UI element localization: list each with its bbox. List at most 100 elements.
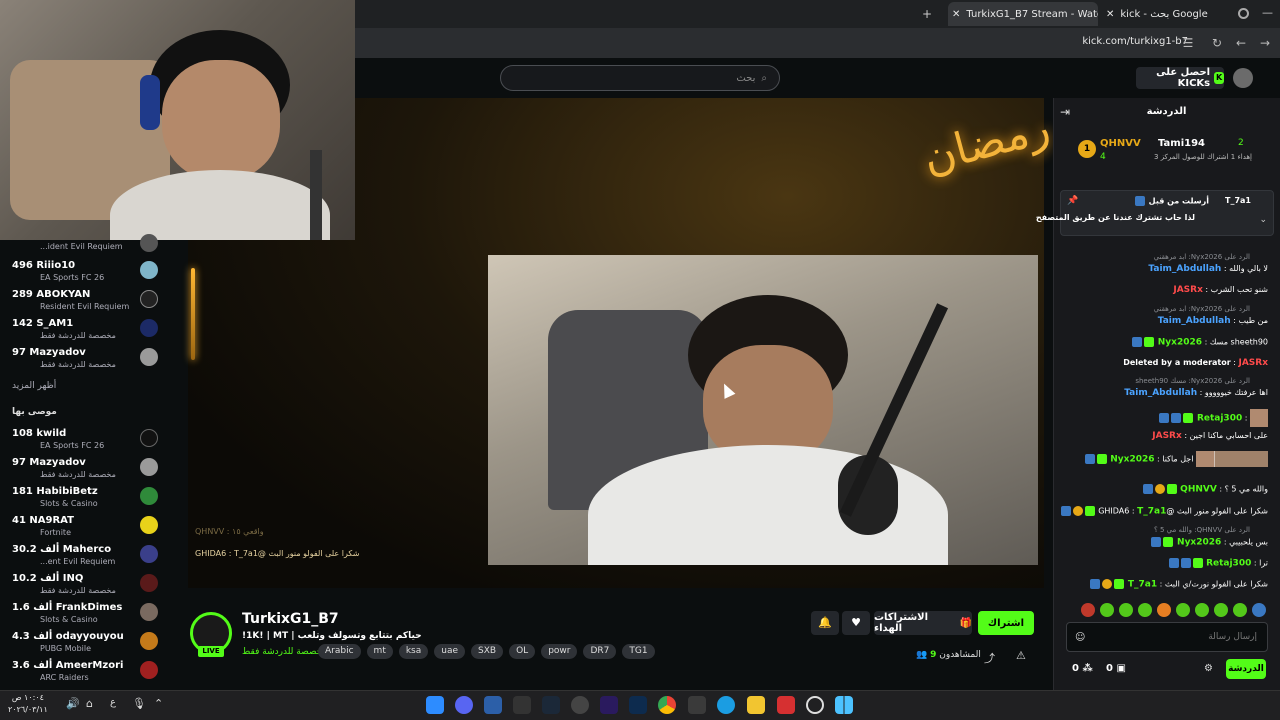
browser-tab-active[interactable]: ✕ TurkixG1_B7 Stream - Watch bbox=[948, 2, 1098, 26]
tag[interactable]: mt bbox=[366, 644, 393, 659]
search-input[interactable]: ⌕ بحث bbox=[500, 65, 780, 91]
site-settings-icon[interactable]: ☰ bbox=[1180, 35, 1196, 51]
message-user[interactable]: Taim_Abdullah bbox=[1124, 388, 1197, 398]
close-icon[interactable]: ✕ bbox=[1106, 9, 1114, 20]
app-facebook-icon[interactable] bbox=[426, 696, 444, 714]
chat-message[interactable]: لا بالي والله : Taim_Abdullah bbox=[1148, 264, 1268, 274]
chrome-icon[interactable] bbox=[658, 696, 676, 714]
share-icon[interactable]: ⤴ bbox=[984, 650, 995, 666]
message-user[interactable]: T_7a1 bbox=[1128, 580, 1157, 590]
message-user[interactable]: T_7a1 bbox=[1137, 507, 1166, 517]
emote-icon[interactable] bbox=[1195, 603, 1209, 617]
new-tab-icon[interactable]: + bbox=[922, 7, 932, 21]
photoshop-icon[interactable] bbox=[629, 696, 647, 714]
message-user[interactable]: Retaj300 bbox=[1206, 559, 1251, 569]
chevron-up-icon[interactable]: ⌃ bbox=[154, 697, 163, 710]
minimize-icon[interactable]: — bbox=[1262, 6, 1273, 19]
url-text[interactable]: kick.com/turkixg1-b7 bbox=[1082, 36, 1188, 47]
network-icon[interactable]: ⌂ bbox=[86, 697, 93, 710]
message-user[interactable]: Retaj300 bbox=[1197, 414, 1242, 424]
message-user[interactable]: Taim_Abdullah bbox=[1158, 316, 1231, 326]
app-red-icon[interactable] bbox=[777, 696, 795, 714]
emote-icon[interactable] bbox=[1081, 603, 1095, 617]
gift-subs-button[interactable]: الاشتراكات الهداء 🎁 bbox=[874, 611, 972, 635]
subscribe-button[interactable]: اشتراك bbox=[978, 611, 1034, 635]
chat-message[interactable]: اجل ماكنا : Nyx2026 bbox=[1084, 451, 1268, 467]
chat-message[interactable]: شكرا على الفولو نورت/ي البث : T_7a1 bbox=[1089, 579, 1268, 590]
tag[interactable]: uae bbox=[434, 644, 466, 659]
pinned-message[interactable]: أرسلت من قبل T_7a1 لذا حاب تشترك عندنا ع… bbox=[1036, 190, 1274, 236]
volume-icon[interactable]: 🔊 bbox=[66, 697, 80, 710]
sidebar-item[interactable]: 1.6 ألف FrankDimes Slots & Casino bbox=[0, 600, 170, 628]
sidebar-item[interactable]: 108 kwild EA Sports FC 26 bbox=[0, 426, 170, 454]
message-user[interactable]: Nyx2026 bbox=[1158, 338, 1202, 348]
emote-icon[interactable] bbox=[1119, 603, 1133, 617]
chat-message[interactable]: Deleted by a moderator : JASRx bbox=[1123, 358, 1268, 368]
microphone-icon[interactable]: 🎙 bbox=[132, 697, 146, 710]
edge-icon[interactable] bbox=[717, 696, 735, 714]
chat-message[interactable]: ترا : Retaj300 bbox=[1168, 558, 1268, 569]
chat-message[interactable]: على احسابي ماكنا اجين : JASRx bbox=[1152, 431, 1268, 441]
notify-button[interactable]: 🔔 bbox=[811, 611, 839, 635]
message-user[interactable]: QHNVV bbox=[1180, 485, 1217, 495]
chat-message[interactable]: من طيب : Taim_Abdullah bbox=[1158, 316, 1268, 326]
message-user[interactable]: JASRx bbox=[1173, 285, 1203, 295]
discord-icon[interactable] bbox=[455, 696, 473, 714]
avatar[interactable] bbox=[1233, 68, 1253, 88]
emote-icon[interactable] bbox=[1176, 603, 1190, 617]
tag[interactable]: TG1 bbox=[622, 644, 655, 659]
message-user[interactable]: Taim_Abdullah bbox=[1148, 264, 1221, 274]
steam-icon[interactable] bbox=[542, 696, 560, 714]
language-indicator[interactable]: ع bbox=[110, 697, 116, 708]
chat-send-button[interactable]: الدردشة bbox=[1226, 659, 1266, 679]
tag[interactable]: ksa bbox=[398, 644, 429, 659]
report-icon[interactable]: ⚠ bbox=[1016, 649, 1026, 662]
close-icon[interactable]: ✕ bbox=[952, 9, 960, 20]
show-more-link[interactable]: أظهر المزيد bbox=[0, 381, 170, 391]
store-icon[interactable] bbox=[688, 696, 706, 714]
sidebar-item[interactable]: 4.3 ألف odayyouyou PUBG Mobile bbox=[0, 629, 170, 657]
chat-message[interactable]: والله مي 5 ؟ : QHNVV bbox=[1142, 484, 1268, 495]
gifts-counter[interactable]: 0 ▣ bbox=[1106, 663, 1126, 674]
message-user[interactable]: Nyx2026 bbox=[1110, 455, 1154, 465]
sidebar-item[interactable]: 41 NA9RAT Fortnite bbox=[0, 513, 170, 541]
chat-message[interactable]: اها عرفتك خيووووو : Taim_Abdullah bbox=[1124, 388, 1268, 398]
message-user[interactable]: JASRx bbox=[1152, 431, 1182, 441]
reload-icon[interactable]: ↻ bbox=[1209, 35, 1225, 51]
sidebar-item[interactable]: 142 S_AM1 مخصصة للدردشة فقط bbox=[0, 316, 170, 344]
collapse-chat-icon[interactable]: ⇥ bbox=[1060, 105, 1070, 119]
sidebar-item[interactable]: 181 HabibiBetz Slots & Casino bbox=[0, 484, 170, 512]
sidebar-item[interactable]: 30.2 ألف Maherco ...ent Evil Requiem bbox=[0, 542, 170, 570]
chat-input[interactable]: إرسال رسالة ☺ bbox=[1066, 622, 1268, 652]
points-counter[interactable]: 0 ⁂ bbox=[1072, 663, 1093, 674]
chat-message[interactable]: شنو تحب الشرب : JASRx bbox=[1173, 285, 1268, 295]
emoji-icon[interactable]: ☺ bbox=[1075, 632, 1085, 643]
message-user[interactable]: JASRx bbox=[1238, 358, 1268, 368]
sidebar-item[interactable]: 289 ABOKYAN Resident Evil Requiem bbox=[0, 287, 170, 315]
emote-icon[interactable] bbox=[1214, 603, 1228, 617]
sidebar-item[interactable]: 97 Mazyadov مخصصة للدردشة فقط bbox=[0, 455, 170, 483]
emote-icon[interactable] bbox=[1157, 603, 1171, 617]
epic-games-icon[interactable] bbox=[513, 696, 531, 714]
chat-message[interactable]: sheeth90 مسك : Nyx2026 bbox=[1131, 337, 1268, 348]
sidebar-item[interactable]: 10.2 ألف INQ مخصصة للدردشة فقط bbox=[0, 571, 170, 599]
shield-icon[interactable] bbox=[484, 696, 502, 714]
sidebar-item[interactable]: 97 Mazyadov مخصصة للدردشة فقط bbox=[0, 345, 170, 373]
taskbar-clock[interactable]: ١٠:٠٤ ص ٢٠٢٦/٠٣/١١ bbox=[8, 692, 48, 716]
windows-start-icon[interactable] bbox=[835, 696, 853, 714]
gear-icon[interactable]: ⚙ bbox=[1204, 663, 1213, 674]
profile-icon[interactable] bbox=[1238, 8, 1249, 19]
follow-button[interactable]: ♥ bbox=[842, 611, 870, 635]
forward-icon[interactable]: → bbox=[1257, 35, 1273, 51]
tag[interactable]: SXB bbox=[471, 644, 504, 659]
sidebar-item[interactable]: 496 Riiio10 EA Sports FC 26 bbox=[0, 258, 170, 286]
tag[interactable]: Arabic bbox=[318, 644, 361, 659]
folder-icon[interactable] bbox=[747, 696, 765, 714]
emote-icon[interactable] bbox=[1100, 603, 1114, 617]
message-user[interactable]: Nyx2026 bbox=[1177, 538, 1221, 548]
tag[interactable]: DR7 bbox=[583, 644, 617, 659]
emote-icon[interactable] bbox=[1138, 603, 1152, 617]
browser-tab-google[interactable]: ✕ kick - بحث Google bbox=[1106, 2, 1236, 26]
emote-icon[interactable] bbox=[1233, 603, 1247, 617]
channel-name[interactable]: TurkixG1_B7 bbox=[242, 611, 339, 627]
